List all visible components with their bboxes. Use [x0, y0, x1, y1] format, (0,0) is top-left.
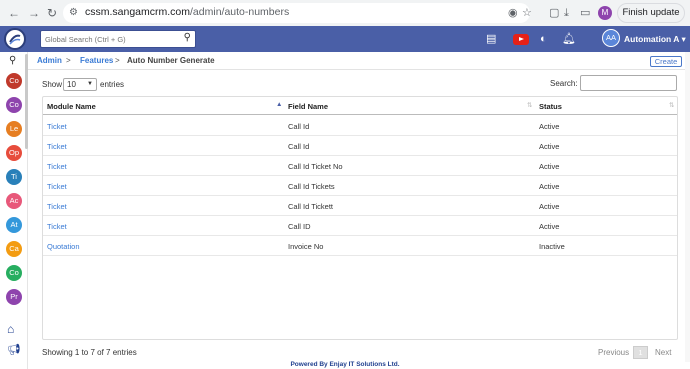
module-name-link[interactable]: Ticket: [47, 182, 67, 191]
table-row[interactable]: Quotation Invoice No Inactive: [43, 236, 677, 256]
field-name-cell: Call Id: [288, 122, 310, 131]
module-name-link[interactable]: Ticket: [47, 162, 67, 171]
user-menu[interactable]: Automation A ▾: [624, 34, 686, 45]
entries-select[interactable]: 10 ▼: [63, 78, 97, 91]
breadcrumb-separator: >: [115, 56, 120, 65]
sidebar-module-9[interactable]: Pr: [6, 289, 22, 305]
sidebar-module-4[interactable]: Ti: [6, 169, 22, 185]
field-name-cell: Call Id Ticket No: [288, 162, 343, 171]
table-header: Module Name ▲ Field Name ⇅ Status ⇅: [43, 97, 677, 115]
status-cell: Active: [539, 162, 560, 171]
site-info-icon[interactable]: ⚙: [69, 7, 78, 18]
table-search-input[interactable]: [580, 75, 677, 91]
breadcrumb-features[interactable]: Features: [80, 56, 113, 65]
search-label: Search:: [550, 79, 578, 88]
sidebar-module-5[interactable]: Ac: [6, 193, 22, 209]
sidebar: ⚲ Co Co Le Op Ti Ac At Ca Co Pr ⌂ 📢︎: [0, 52, 28, 369]
entries-value: 10: [67, 80, 76, 89]
finish-update-button[interactable]: Finish update: [617, 3, 685, 23]
eye-icon[interactable]: ◉: [508, 5, 518, 21]
table-row[interactable]: Ticket Call Id Tickets Active: [43, 176, 677, 196]
browser-toolbar: ← → ↻ ⚙ cssm.sangamcrm.com/admin/auto-nu…: [0, 0, 690, 26]
back-icon[interactable]: ←: [6, 5, 22, 21]
column-header-module[interactable]: Module Name: [47, 102, 96, 111]
sidebar-module-6[interactable]: At: [6, 217, 22, 233]
module-name-link[interactable]: Quotation: [47, 242, 80, 251]
home-icon[interactable]: ⌂: [7, 322, 14, 336]
extensions-icon[interactable]: ▢: [549, 5, 559, 21]
sidebar-module-1[interactable]: Co: [6, 97, 22, 113]
data-table: Module Name ▲ Field Name ⇅ Status ⇅ Tick…: [42, 96, 678, 340]
global-search[interactable]: ⚲: [40, 30, 196, 48]
pagination-page[interactable]: 1: [633, 346, 648, 359]
table-row[interactable]: Ticket Call Id Ticket No Active: [43, 156, 677, 176]
reload-icon[interactable]: ↻: [44, 5, 60, 21]
breadcrumb: Admin > Features > Auto Number Generate: [28, 52, 690, 70]
field-name-cell: Call ID: [288, 222, 311, 231]
theme-icon[interactable]: ◐: [540, 32, 547, 46]
field-name-cell: Call Id Tickets: [288, 182, 335, 191]
status-cell: Active: [539, 222, 560, 231]
sidebar-module-8[interactable]: Co: [6, 265, 22, 281]
table-row[interactable]: Ticket Call Id Active: [43, 116, 677, 136]
status-cell: Active: [539, 182, 560, 191]
search-icon[interactable]: ⚲: [184, 32, 191, 43]
sort-icon[interactable]: ⇅: [669, 101, 674, 109]
module-name-link[interactable]: Ticket: [47, 222, 67, 231]
downloads-icon[interactable]: ⤓: [564, 5, 569, 21]
app-logo[interactable]: [4, 28, 26, 50]
module-name-link[interactable]: Ticket: [47, 122, 67, 131]
sort-icon[interactable]: ⇅: [527, 101, 532, 109]
bell-icon[interactable]: 🔔︎: [562, 32, 576, 46]
sort-asc-icon[interactable]: ▲: [276, 101, 282, 108]
bookmark-star-icon[interactable]: ☆: [522, 5, 532, 21]
field-name-cell: Call Id: [288, 142, 310, 151]
sidebar-module-7[interactable]: Ca: [6, 241, 22, 257]
powered-by: Powered By Enjay IT Solutions Ltd.: [290, 361, 400, 368]
sidebar-module-3[interactable]: Op: [6, 145, 22, 161]
column-header-status[interactable]: Status: [539, 102, 562, 111]
megaphone-icon[interactable]: 📢︎: [7, 343, 21, 356]
breadcrumb-admin[interactable]: Admin: [37, 56, 62, 65]
breadcrumb-current: Auto Number Generate: [127, 56, 215, 65]
status-cell: Inactive: [539, 242, 565, 251]
module-name-link[interactable]: Ticket: [47, 142, 67, 151]
table-row[interactable]: Ticket Call ID Active: [43, 216, 677, 236]
table-row[interactable]: Ticket Call Id Active: [43, 136, 677, 156]
table-row[interactable]: Ticket Call Id Tickett Active: [43, 196, 677, 216]
show-label: Show: [42, 80, 63, 89]
document-search-icon[interactable]: ▤: [486, 32, 496, 46]
table-info: Showing 1 to 7 of 7 entries: [42, 348, 137, 357]
sidebar-search-icon[interactable]: ⚲: [9, 55, 16, 66]
status-cell: Active: [539, 122, 560, 131]
field-name-cell: Call Id Tickett: [288, 202, 334, 211]
breadcrumb-separator: >: [66, 56, 71, 65]
forward-icon[interactable]: →: [26, 5, 42, 21]
sidebar-module-0[interactable]: Co: [6, 73, 22, 89]
youtube-icon[interactable]: [513, 34, 529, 45]
column-header-field[interactable]: Field Name: [288, 102, 328, 111]
chevron-down-icon: ▼: [87, 81, 93, 87]
user-avatar[interactable]: AA: [602, 29, 620, 47]
pagination-next[interactable]: Next: [655, 348, 671, 357]
status-cell: Active: [539, 142, 560, 151]
global-search-input[interactable]: [45, 33, 181, 46]
url-text: cssm.sangamcrm.com/admin/auto-numbers: [85, 6, 290, 18]
profile-avatar[interactable]: M: [598, 6, 612, 20]
address-bar[interactable]: ⚙ cssm.sangamcrm.com/admin/auto-numbers: [63, 3, 530, 23]
app-header: ⚲ ▤ ◐ 🔔︎ AA Automation A ▾: [0, 26, 690, 52]
page-scrollbar[interactable]: [685, 52, 690, 362]
cast-icon[interactable]: ▭: [580, 5, 590, 21]
entries-label: entries: [100, 80, 125, 89]
pagination-previous[interactable]: Previous: [598, 348, 629, 357]
sidebar-module-2[interactable]: Le: [6, 121, 22, 137]
create-button[interactable]: Create: [650, 56, 682, 67]
status-cell: Active: [539, 202, 560, 211]
module-name-link[interactable]: Ticket: [47, 202, 67, 211]
field-name-cell: Invoice No: [288, 242, 324, 251]
